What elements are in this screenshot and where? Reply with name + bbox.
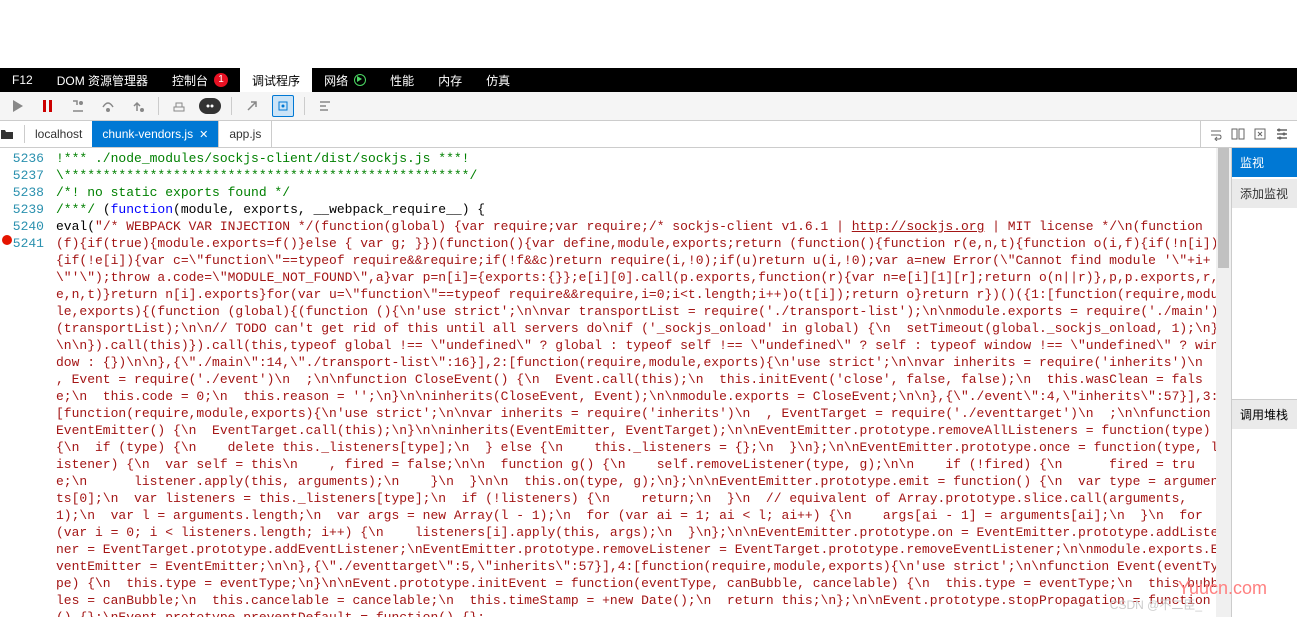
code-line: /*! no static exports found */ (56, 184, 1223, 201)
pause-button[interactable] (38, 96, 58, 116)
code-line: eval("/* WEBPACK VAR INJECTION */(functi… (56, 218, 1223, 617)
vertical-scrollbar[interactable] (1216, 148, 1231, 617)
settings-icon[interactable] (1275, 127, 1289, 141)
callstack-panel-header[interactable]: 调用堆栈 (1232, 399, 1297, 429)
line-number[interactable]: 5236 (0, 150, 50, 167)
tab-f12[interactable]: F12 (0, 68, 45, 92)
toolbar-separator (158, 97, 159, 115)
tab-dom-explorer[interactable]: DOM 资源管理器 (45, 68, 160, 92)
main-area: 5236 5237 5238 5239 5240 5241 !*** ./nod… (0, 148, 1297, 617)
break-new-worker-button[interactable] (169, 96, 189, 116)
sourcemap-icon[interactable] (1253, 127, 1267, 141)
debugger-toolbar (0, 92, 1297, 121)
word-wrap-icon[interactable] (1209, 127, 1223, 141)
tab-console-label: 控制台 (172, 72, 208, 89)
tab-performance[interactable]: 性能 (378, 68, 426, 92)
file-tab-label: chunk-vendors.js (102, 127, 193, 141)
code-content[interactable]: !*** ./node_modules/sockjs-client/dist/s… (56, 150, 1223, 617)
file-tab-label: app.js (229, 127, 261, 141)
debugger-side-panel: 监视 添加监视 调用堆栈 (1231, 148, 1297, 617)
line-gutter: 5236 5237 5238 5239 5240 5241 (0, 148, 50, 252)
panel-spacer (1232, 208, 1297, 399)
code-line: \***************************************… (56, 167, 1223, 184)
step-out-button[interactable] (128, 96, 148, 116)
file-tab-app[interactable]: app.js (219, 121, 272, 147)
tab-debugger[interactable]: 调试程序 (240, 68, 312, 92)
close-tab-icon[interactable]: ✕ (199, 128, 208, 141)
pretty-print-button[interactable] (315, 96, 335, 116)
scrollbar-thumb[interactable] (1218, 148, 1229, 268)
tab-network-label: 网络 (324, 72, 348, 89)
step-into-button[interactable] (68, 96, 88, 116)
sockjs-url-link[interactable]: http://sockjs.org (852, 219, 985, 234)
breadcrumb-host[interactable]: localhost (25, 121, 92, 147)
watch-panel-header[interactable]: 监视 (1232, 148, 1297, 177)
line-number[interactable]: 5240 (0, 218, 50, 235)
continue-button[interactable] (8, 96, 28, 116)
console-error-badge: 1 (214, 73, 228, 87)
toolbar-separator (231, 97, 232, 115)
code-line: /***/ (function(module, exports, __webpa… (56, 201, 1223, 218)
code-line: !*** ./node_modules/sockjs-client/dist/s… (56, 150, 1223, 167)
devtools-tab-strip: F12 DOM 资源管理器 控制台 1 调试程序 网络 性能 内存 仿真 (0, 68, 1297, 92)
network-record-icon (354, 74, 366, 86)
browser-viewport-blank (0, 0, 1297, 68)
line-number[interactable]: 5241 (0, 235, 50, 252)
step-over-button[interactable] (98, 96, 118, 116)
compare-icon[interactable] (1231, 127, 1245, 141)
line-number[interactable]: 5237 (0, 167, 50, 184)
tab-memory[interactable]: 内存 (426, 68, 474, 92)
line-number[interactable]: 5239 (0, 201, 50, 218)
file-tab-bar: localhost chunk-vendors.js ✕ app.js (0, 121, 1297, 148)
tab-console[interactable]: 控制台 1 (160, 68, 240, 92)
toolbar-separator (304, 97, 305, 115)
add-watch-button[interactable]: 添加监视 (1232, 179, 1297, 208)
tab-emulation[interactable]: 仿真 (474, 68, 522, 92)
just-my-code-button[interactable] (272, 95, 294, 117)
file-bar-actions (1200, 121, 1297, 147)
tab-network[interactable]: 网络 (312, 68, 378, 92)
code-editor[interactable]: 5236 5237 5238 5239 5240 5241 !*** ./nod… (0, 148, 1231, 617)
csdn-attribution: CSDN @不二臣_ (1110, 596, 1202, 613)
file-tab-chunk-vendors[interactable]: chunk-vendors.js ✕ (92, 121, 219, 147)
line-number[interactable]: 5238 (0, 184, 50, 201)
open-file-button[interactable] (0, 128, 24, 140)
exception-behavior-button[interactable] (199, 98, 221, 114)
disconnect-button[interactable] (242, 96, 262, 116)
